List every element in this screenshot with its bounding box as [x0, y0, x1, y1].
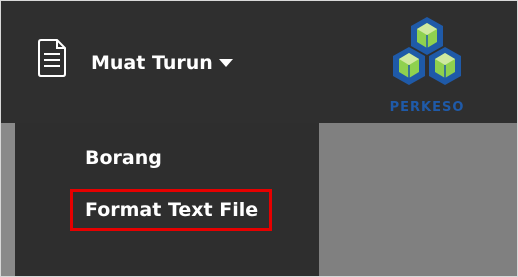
- content-panel: [319, 123, 517, 276]
- menu-item-format-text-file[interactable]: Format Text File: [70, 189, 273, 231]
- perkeso-logo: PERKESO: [378, 9, 476, 117]
- left-scroll-strip: [1, 123, 15, 276]
- menu-item-borang[interactable]: Borang: [85, 147, 162, 169]
- app-frame: Muat Turun PERKESO Borang Format Text Fi…: [0, 0, 518, 277]
- caret-down-icon: [218, 59, 233, 67]
- document-icon: [38, 39, 66, 77]
- download-menu-label: Muat Turun: [91, 52, 213, 74]
- download-dropdown-menu: Borang Format Text File: [15, 123, 319, 276]
- logo-text: PERKESO: [389, 100, 465, 115]
- download-menu-button[interactable]: Muat Turun: [91, 47, 233, 79]
- top-bar: Muat Turun PERKESO: [1, 1, 517, 123]
